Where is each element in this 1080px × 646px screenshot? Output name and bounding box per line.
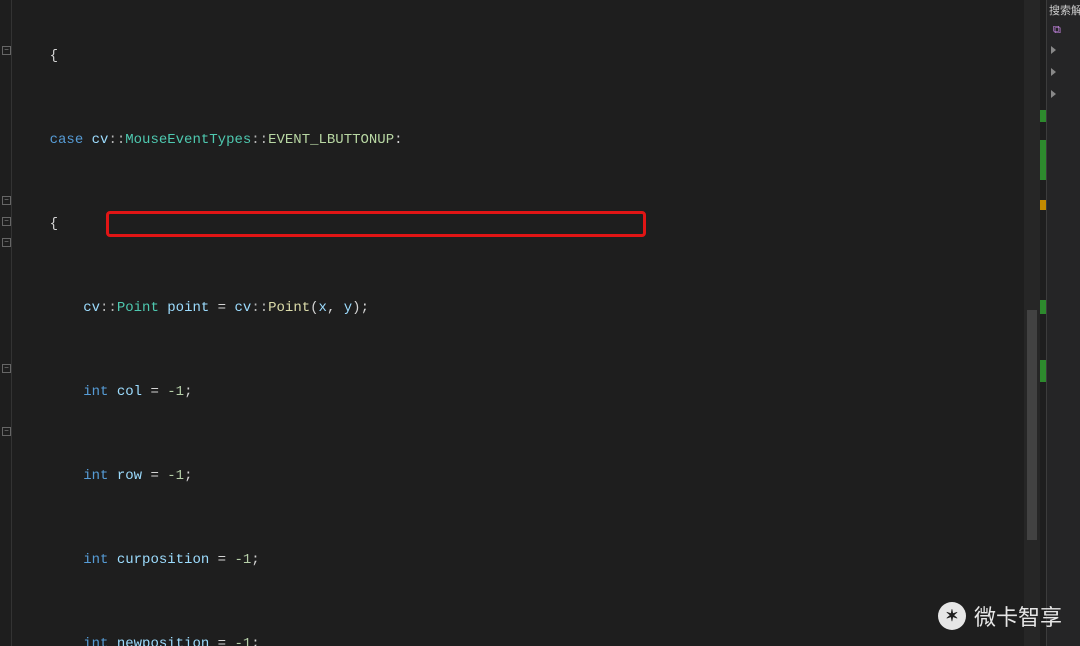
fold-toggle[interactable]: − bbox=[2, 427, 11, 436]
code-line: int newposition = -1; bbox=[16, 634, 1024, 646]
editor-gutter: − − − − − − bbox=[0, 0, 12, 646]
code-line: cv::Point point = cv::Point(x, y); bbox=[16, 298, 1024, 319]
code-line: int row = -1; bbox=[16, 466, 1024, 487]
code-line: int curposition = -1; bbox=[16, 550, 1024, 571]
expand-icon[interactable] bbox=[1051, 46, 1056, 54]
solution-explorer-icon[interactable]: ⧉ bbox=[1053, 24, 1073, 38]
fold-toggle[interactable]: − bbox=[2, 46, 11, 55]
expand-icon[interactable] bbox=[1051, 68, 1056, 76]
side-panel: 搜索解 ⧉ bbox=[1046, 0, 1080, 646]
fold-toggle[interactable]: − bbox=[2, 238, 11, 247]
code-line: int col = -1; bbox=[16, 382, 1024, 403]
fold-toggle[interactable]: − bbox=[2, 364, 11, 373]
fold-toggle[interactable]: − bbox=[2, 196, 11, 205]
code-line: { bbox=[16, 46, 1024, 67]
expand-icon[interactable] bbox=[1051, 90, 1056, 98]
code-line: case cv::MouseEventTypes::EVENT_LBUTTONU… bbox=[16, 130, 1024, 151]
fold-toggle[interactable]: − bbox=[2, 217, 11, 226]
code-line: { bbox=[16, 214, 1024, 235]
vertical-scrollbar[interactable] bbox=[1024, 0, 1040, 646]
search-panel-label: 搜索解 bbox=[1049, 2, 1080, 18]
scrollbar-thumb[interactable] bbox=[1027, 310, 1037, 540]
code-editor[interactable]: { case cv::MouseEventTypes::EVENT_LBUTTO… bbox=[12, 0, 1024, 646]
